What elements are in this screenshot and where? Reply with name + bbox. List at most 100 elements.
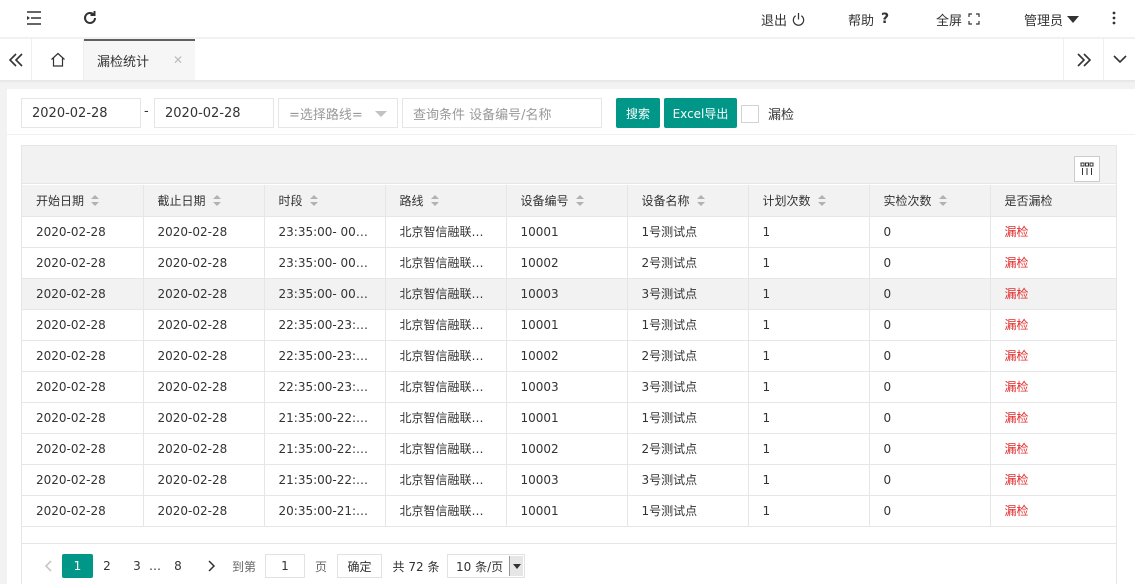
table-cell-device-id: 10003 (506, 278, 628, 310)
sort-icon[interactable] (696, 195, 706, 207)
start-date-input[interactable]: 2020-02-28 (21, 98, 141, 128)
table-cell-start-date: 2020-02-28 (22, 247, 144, 279)
table-cell-device-name: 2号测试点 (627, 247, 749, 279)
help-button[interactable]: 帮助 ? (848, 0, 889, 38)
tab-scroll-left-button[interactable] (0, 39, 32, 80)
table-cell-planned-count: 1 (748, 309, 870, 341)
table-cell-missed-flag: 漏检 (990, 433, 1116, 465)
table-row[interactable]: 2020-02-28 2020-02-28 21:35:00-22:2… 北京智信融联… (22, 402, 1116, 434)
page-2-button[interactable]: 2 (98, 554, 116, 578)
sort-icon[interactable] (817, 195, 827, 207)
table-row[interactable]: 2020-02-28 2020-02-28 21:35:00-22:2… 北京智信融联… (22, 433, 1116, 465)
table-cell-time-slot: 22:35:00-23:2… (264, 371, 386, 403)
table-cell-route: 北京智信融联… (385, 309, 507, 341)
page-1-button[interactable]: 1 (62, 554, 93, 578)
end-date-input[interactable]: 2020-02-28 (154, 98, 274, 128)
table-row[interactable]: 2020-02-28 2020-02-28 23:35:00- 00:… 北京智信融联… (22, 247, 1116, 279)
table-row[interactable]: 2020-02-28 2020-02-28 22:35:00-23:2… 北京智信融联… (22, 309, 1116, 341)
table-cell-planned-count: 1 (748, 340, 870, 372)
sort-icon[interactable] (575, 195, 585, 207)
sort-icon[interactable] (212, 195, 222, 207)
logout-button[interactable]: 退出 (761, 0, 806, 38)
next-page-button[interactable] (202, 554, 222, 578)
sort-icon[interactable] (90, 195, 100, 207)
excel-export-button[interactable]: Excel导出 (664, 98, 737, 128)
table-row[interactable]: 2020-02-28 2020-02-28 20:35:00-21:2… 北京智信融联… (22, 495, 1116, 527)
column-header-label: 时段 (278, 193, 303, 208)
tab-missed-stats[interactable]: 漏检统计 ✕ (84, 39, 195, 80)
column-header-end-date[interactable]: 截止日期 (143, 185, 265, 217)
table-header-row: 开始日期 截止日期 时段 路线 设备编号 设备名称 计划次数 实检次数 是否漏检 (22, 185, 1116, 217)
table-cell-device-id: 10001 (506, 309, 628, 341)
fullscreen-icon (968, 13, 980, 25)
column-header-device-id[interactable]: 设备编号 (506, 185, 628, 217)
table-cell-route: 北京智信融联… (385, 495, 507, 527)
missed-checkbox[interactable] (741, 105, 759, 123)
column-header-route[interactable]: 路线 (385, 185, 507, 217)
table-cell-time-slot: 22:35:00-23:2… (264, 340, 386, 372)
page-3-button[interactable]: 3 (128, 554, 146, 578)
table-row[interactable]: 2020-02-28 2020-02-28 22:35:00-23:2… 北京智信融联… (22, 340, 1116, 372)
tab-menu-button[interactable] (1103, 39, 1135, 80)
sort-icon[interactable] (938, 195, 948, 207)
admin-label: 管理员 (1024, 13, 1064, 29)
table-cell-device-id: 10002 (506, 247, 628, 279)
table-cell-planned-count: 1 (748, 247, 870, 279)
table-cell-device-id: 10001 (506, 402, 628, 434)
table-row[interactable]: 2020-02-28 2020-02-28 22:35:00-23:2… 北京智信融联… (22, 371, 1116, 403)
table-cell-start-date: 2020-02-28 (22, 464, 144, 496)
table-cell-device-name: 1号测试点 (627, 402, 749, 434)
prev-page-button[interactable] (38, 554, 58, 578)
double-chevron-right-icon (1076, 52, 1091, 67)
column-header-label: 实检次数 (883, 193, 932, 208)
table-row[interactable]: 2020-02-28 2020-02-28 23:35:00- 00:… 北京智信融联… (22, 278, 1116, 310)
table-cell-device-name: 2号测试点 (627, 433, 749, 465)
admin-menu[interactable]: 管理员 (1024, 0, 1080, 38)
refresh-icon[interactable] (78, 6, 102, 30)
table-cell-device-id: 10003 (506, 464, 628, 496)
table-cell-device-name: 1号测试点 (627, 495, 749, 527)
route-select[interactable]: =选择路线= (278, 98, 398, 128)
search-button[interactable]: 搜索 (616, 98, 660, 128)
tab-scroll-right-button[interactable] (1063, 39, 1103, 80)
page-size-select[interactable]: 10 条/页 (447, 554, 525, 578)
logout-label: 退出 (761, 13, 788, 29)
table-cell-actual-count: 0 (869, 340, 991, 372)
menu-collapse-icon[interactable] (22, 6, 46, 30)
column-header-label: 开始日期 (36, 193, 85, 208)
table-cell-planned-count: 1 (748, 371, 870, 403)
table-row[interactable]: 2020-02-28 2020-02-28 21:35:00-22:2… 北京智信融联… (22, 464, 1116, 496)
table-cell-planned-count: 1 (748, 402, 870, 434)
table-cell-planned-count: 1 (748, 464, 870, 496)
goto-label: 到第 (231, 559, 256, 574)
table-cell-device-name: 2号测试点 (627, 340, 749, 372)
column-header-time-slot[interactable]: 时段 (264, 185, 386, 217)
table-cell-actual-count: 0 (869, 216, 991, 248)
fullscreen-button[interactable]: 全屏 (936, 0, 980, 38)
page-8-button[interactable]: 8 (169, 554, 187, 578)
tab-home[interactable] (32, 39, 84, 80)
column-filter-button[interactable] (1074, 156, 1100, 182)
column-header-planned-count[interactable]: 计划次数 (748, 185, 870, 217)
table-cell-device-name: 1号测试点 (627, 216, 749, 248)
total-count: 共 72 条 (392, 559, 440, 574)
table-cell-missed-flag: 漏检 (990, 247, 1116, 279)
column-header-start-date[interactable]: 开始日期 (22, 185, 144, 217)
question-icon: ? (881, 11, 890, 27)
table-cell-route: 北京智信融联… (385, 371, 507, 403)
goto-confirm-button[interactable]: 确定 (337, 554, 382, 578)
sort-icon[interactable] (309, 195, 319, 207)
close-icon[interactable]: ✕ (173, 53, 183, 67)
column-header-label: 路线 (399, 193, 424, 208)
more-vertical-icon[interactable] (1102, 6, 1126, 30)
table-cell-start-date: 2020-02-28 (22, 495, 144, 527)
column-header-device-name[interactable]: 设备名称 (627, 185, 749, 217)
goto-page-input[interactable]: 1 (265, 554, 305, 578)
column-header-actual-count[interactable]: 实检次数 (869, 185, 991, 217)
route-select-placeholder: =选择路线= (289, 107, 363, 123)
query-input[interactable]: 查询条件 设备编号/名称 (402, 98, 602, 128)
table-cell-planned-count: 1 (748, 278, 870, 310)
table-cell-missed-flag: 漏检 (990, 464, 1116, 496)
table-row[interactable]: 2020-02-28 2020-02-28 23:35:00- 00:… 北京智信融联… (22, 216, 1116, 248)
sort-icon[interactable] (430, 195, 440, 207)
